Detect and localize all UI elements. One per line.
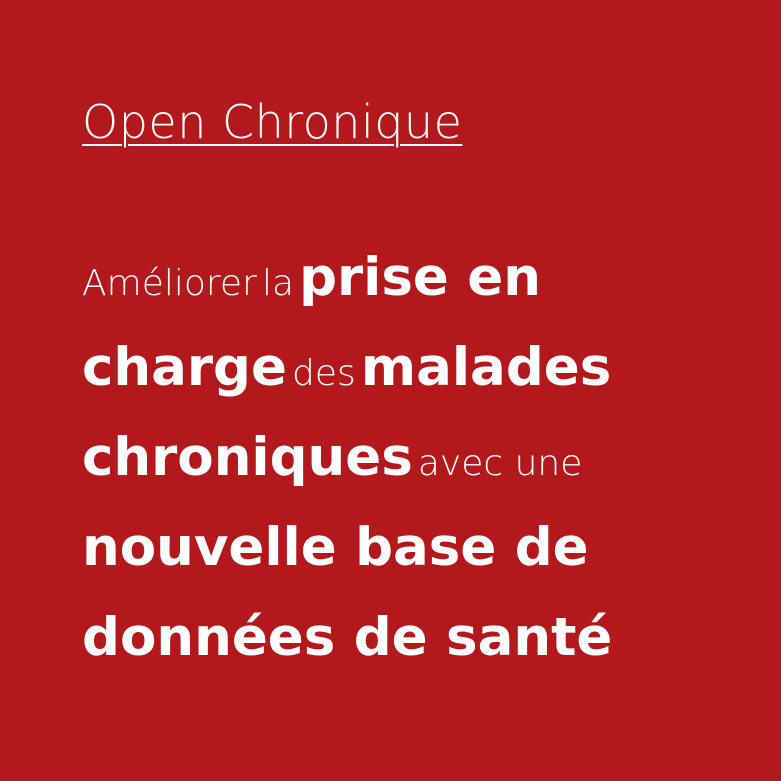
tagline-line-1: Améliorer la prise en (82, 243, 722, 333)
tagline-emphasis: chroniques (82, 427, 413, 488)
tagline-word: la (261, 263, 294, 304)
tagline-emphasis: prise en (299, 247, 541, 308)
tagline-line-4: nouvelle base de (82, 513, 722, 603)
tagline-word: avec une (417, 443, 583, 484)
tagline-emphasis: charge (82, 337, 287, 398)
tagline-word: des (292, 353, 356, 394)
tagline-line-3: chroniques avec une (82, 423, 722, 513)
tagline-line-2: charge des malades (82, 333, 722, 423)
tagline-word: Améliorer (82, 263, 257, 304)
tagline-line-5: données de santé (82, 603, 722, 693)
banner: Open Chronique Améliorer la prise en cha… (0, 0, 781, 781)
page-title: Open Chronique (82, 95, 463, 149)
tagline-emphasis: malades (360, 337, 612, 398)
tagline: Améliorer la prise en charge des malades… (82, 243, 722, 693)
tagline-emphasis: nouvelle base de (82, 517, 589, 578)
tagline-emphasis: données de santé (82, 607, 613, 668)
